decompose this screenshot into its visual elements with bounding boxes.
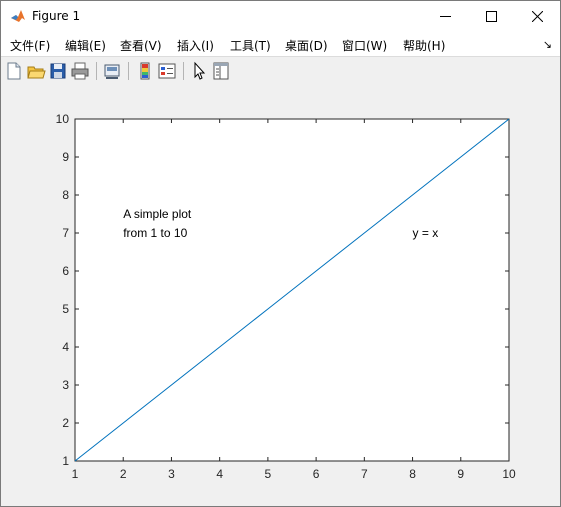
matlab-logo-icon (11, 10, 25, 22)
y-tick-label: 4 (62, 340, 69, 354)
figure-window: Figure 1 文件(F) 编辑(E) 查看(V) 插入(I) 工具(T) 桌… (0, 0, 561, 507)
title-bar[interactable]: Figure 1 (1, 1, 560, 32)
maximize-button[interactable] (468, 1, 514, 32)
dock-arrow-icon[interactable]: ↘ (543, 38, 552, 51)
close-button[interactable] (514, 1, 560, 32)
x-tick-label: 9 (457, 467, 464, 481)
new-figure-icon[interactable] (4, 61, 24, 81)
menu-view[interactable]: 查看(V) (120, 37, 162, 54)
save-icon[interactable] (48, 61, 68, 81)
menu-edit[interactable]: 编辑(E) (65, 37, 106, 54)
minimize-button[interactable] (422, 1, 468, 32)
toolbar (1, 56, 560, 86)
link-plot-icon[interactable] (102, 61, 122, 81)
y-tick-label: 6 (62, 264, 69, 278)
toolbar-separator (96, 62, 97, 80)
menu-file[interactable]: 文件(F) (10, 37, 50, 54)
x-tick-label: 8 (409, 467, 416, 481)
menu-tools[interactable]: 工具(T) (230, 37, 271, 54)
open-file-icon[interactable] (26, 61, 46, 81)
print-icon[interactable] (70, 61, 90, 81)
y-tick-label: 5 (62, 302, 69, 316)
text-annotation: from 1 to 10 (123, 226, 187, 240)
x-tick-label: 10 (502, 467, 516, 481)
x-tick-label: 2 (120, 467, 127, 481)
x-tick-label: 4 (216, 467, 223, 481)
text-annotation: y = x (413, 226, 439, 240)
menu-help[interactable]: 帮助(H) (403, 37, 445, 54)
insert-colorbar-icon[interactable] (135, 61, 155, 81)
menu-bar: 文件(F) 编辑(E) 查看(V) 插入(I) 工具(T) 桌面(D) 窗口(W… (1, 32, 560, 56)
figure-canvas: 1 2 3 4 5 6 7 8 9 10 1 2 3 4 5 6 7 8 9 10 A simple plot from … (1, 85, 560, 506)
toolbar-separator (183, 62, 184, 80)
y-tick-label: 2 (62, 416, 69, 430)
y-tick-label: 9 (62, 150, 69, 164)
x-tick-label: 6 (313, 467, 320, 481)
text-annotation: A simple plot (123, 207, 192, 221)
y-tick-label: 10 (56, 112, 70, 126)
property-inspector-icon[interactable] (211, 61, 231, 81)
x-tick-label: 1 (72, 467, 79, 481)
y-tick-label: 7 (62, 226, 69, 240)
x-tick-label: 3 (168, 467, 175, 481)
plot-axes[interactable]: 1 2 3 4 5 6 7 8 9 10 1 2 3 4 5 6 7 8 9 10 A simple plot from … (1, 85, 560, 506)
y-tick-label: 3 (62, 378, 69, 392)
y-tick-label: 1 (62, 454, 69, 468)
menu-desktop[interactable]: 桌面(D) (285, 37, 328, 54)
maximize-icon (485, 11, 497, 22)
y-tick-label: 8 (62, 188, 69, 202)
close-icon (531, 11, 543, 22)
insert-legend-icon[interactable] (157, 61, 177, 81)
x-tick-label: 5 (265, 467, 272, 481)
toolbar-separator (128, 62, 129, 80)
menu-window[interactable]: 窗口(W) (342, 37, 387, 54)
x-tick-label: 7 (361, 467, 368, 481)
window-title: Figure 1 (32, 9, 81, 23)
menu-insert[interactable]: 插入(I) (177, 37, 214, 54)
edit-plot-arrow-icon[interactable] (189, 61, 209, 81)
minimize-icon (439, 16, 451, 17)
